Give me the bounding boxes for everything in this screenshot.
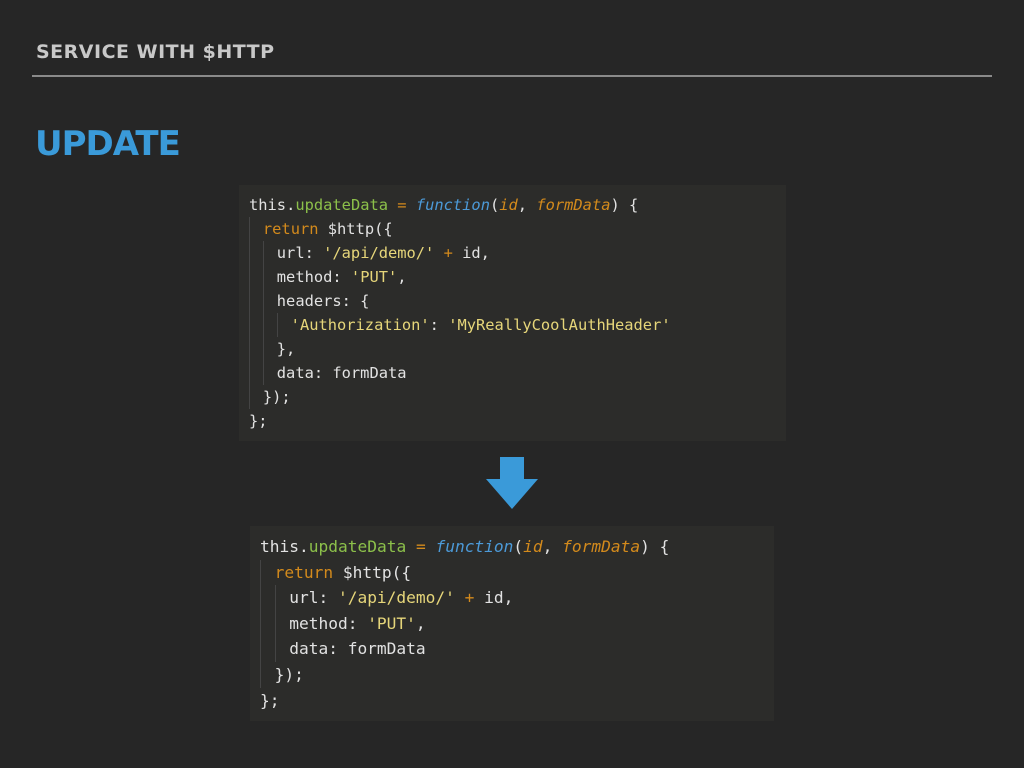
indent-guide	[262, 241, 277, 265]
arrow-down-icon	[486, 457, 538, 509]
code-token: +	[434, 244, 463, 262]
indent-guide	[260, 636, 275, 662]
code-token: url:	[289, 588, 338, 608]
code-token: ) {	[640, 537, 670, 556]
arrow-down-shape	[486, 457, 538, 509]
code-token: formData	[562, 537, 641, 556]
code-token: =	[406, 537, 436, 556]
code-token: },	[276, 340, 296, 358]
code-token: method:	[289, 613, 368, 633]
code-line: };	[260, 688, 774, 714]
indent-guide	[260, 559, 275, 586]
code-token: return	[262, 220, 319, 238]
code-token: return	[274, 562, 334, 582]
indent-guide	[249, 313, 263, 337]
code-line: headers: {	[249, 289, 786, 313]
indent-guide	[249, 337, 263, 361]
indent-guide	[274, 585, 290, 611]
code-token: headers: {	[276, 292, 370, 310]
code-token: function	[415, 196, 490, 214]
indent-guide	[262, 313, 277, 337]
code-token: (	[489, 196, 500, 214]
code-token: id,	[484, 588, 514, 608]
indent-guide	[262, 361, 277, 385]
code-token: formData	[536, 196, 611, 214]
code-token: data: formData	[276, 364, 407, 382]
indent-guide	[249, 289, 263, 313]
code-token: '/api/demo/'	[337, 588, 455, 608]
code-token: $http({	[333, 562, 412, 582]
code-line: method: 'PUT',	[260, 610, 774, 637]
indent-guide	[262, 337, 277, 361]
code-token: url:	[276, 244, 324, 262]
header-divider	[32, 75, 992, 77]
code-token: ,	[397, 268, 407, 286]
code-token: ) {	[610, 196, 639, 214]
code-token: };	[249, 412, 268, 430]
indent-guide	[249, 385, 263, 409]
code-token: });	[262, 388, 291, 406]
code-token: $http({	[318, 220, 393, 238]
code-line: 'Authorization': 'MyReallyCoolAuthHeader…	[249, 313, 786, 337]
indent-guide	[274, 636, 290, 662]
code-token: function	[435, 537, 514, 556]
code-line: url: '/api/demo/' + id,	[249, 241, 786, 265]
code-line: return $http({	[260, 559, 774, 586]
code-token: id	[523, 537, 543, 556]
indent-guide	[260, 661, 275, 688]
code-token: 'Authorization'	[290, 316, 430, 334]
indent-guide	[274, 610, 290, 637]
slide-heading: UPDATE	[35, 124, 181, 164]
code-token: 'PUT'	[367, 613, 416, 633]
code-token: data: formData	[289, 639, 426, 659]
indent-guide	[249, 217, 263, 241]
indent-guide	[249, 241, 263, 265]
code-block-after: this.updateData = function(id, formData)…	[250, 526, 774, 721]
code-line: });	[249, 385, 786, 409]
code-line: url: '/api/demo/' + id,	[260, 585, 774, 611]
code-token: };	[260, 690, 280, 710]
code-line: method: 'PUT',	[249, 265, 786, 289]
code-token: +	[454, 588, 485, 608]
code-token: });	[274, 664, 304, 684]
code-token: 'MyReallyCoolAuthHeader'	[448, 316, 671, 334]
section-title: SERVICE WITH $HTTP	[36, 41, 275, 63]
code-line: this.updateData = function(id, formData)…	[260, 534, 774, 560]
code-block-before: this.updateData = function(id, formData)…	[239, 185, 786, 441]
code-token: :	[429, 316, 449, 334]
code-token: ,	[517, 196, 537, 214]
indent-guide	[276, 313, 291, 337]
code-line: return $http({	[249, 217, 786, 241]
code-token: method:	[276, 268, 351, 286]
code-token: this.	[249, 196, 296, 214]
indent-guide	[262, 265, 277, 289]
code-line: data: formData	[260, 636, 774, 662]
code-line: data: formData	[249, 361, 786, 385]
code-line: },	[249, 337, 786, 361]
code-token: ,	[542, 537, 563, 556]
code-token: =	[388, 196, 416, 214]
code-token: this.	[260, 537, 309, 556]
code-line: this.updateData = function(id, formData)…	[249, 193, 786, 217]
code-line: });	[260, 661, 774, 688]
indent-guide	[262, 289, 277, 313]
indent-guide	[249, 361, 263, 385]
code-line: };	[249, 409, 786, 433]
indent-guide	[260, 585, 275, 611]
code-token: ,	[415, 613, 426, 633]
indent-guide	[260, 610, 275, 637]
code-token: (	[513, 537, 524, 556]
code-token: updateData	[308, 537, 407, 556]
code-token: updateData	[295, 196, 389, 214]
code-token: 'PUT'	[350, 268, 398, 286]
code-token: '/api/demo/'	[323, 244, 435, 262]
indent-guide	[249, 265, 263, 289]
code-token: id,	[462, 244, 490, 262]
code-token: id	[499, 196, 518, 214]
